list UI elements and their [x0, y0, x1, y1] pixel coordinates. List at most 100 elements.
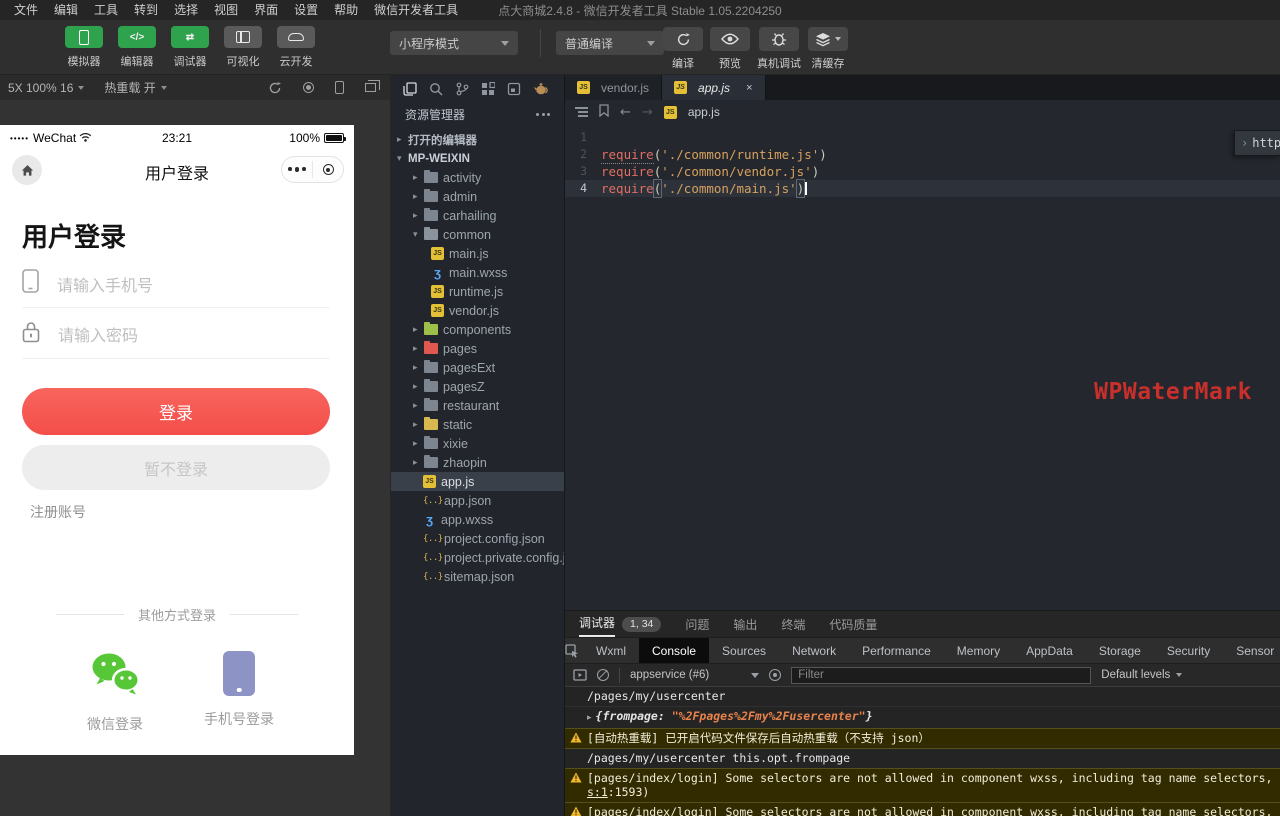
phone-number-field[interactable]: 请输入手机号: [22, 260, 330, 308]
editor-button[interactable]: </> 编辑器: [115, 26, 159, 69]
clear-cache-button[interactable]: 清缓存: [808, 27, 848, 71]
source-control-icon[interactable]: [455, 82, 469, 96]
device-zoom-select[interactable]: 5X 100% 16: [8, 81, 85, 95]
multi-window-icon[interactable]: [365, 80, 380, 92]
tree-item[interactable]: ʒ app.wxss: [391, 510, 564, 529]
code-line-current[interactable]: 4 require('./common/main.js'): [565, 179, 1280, 198]
wechat-login-button[interactable]: 微信登录: [65, 651, 165, 734]
console-warning[interactable]: [pages/index/login] Some selectors are n…: [565, 802, 1280, 816]
tree-item[interactable]: ʒ main.wxss: [391, 263, 564, 282]
menu-settings[interactable]: 设置: [286, 0, 326, 20]
tab-terminal[interactable]: 终端: [781, 611, 805, 637]
tree-item[interactable]: ▸ xixie: [391, 434, 564, 453]
tree-section-open-editors[interactable]: ▸ 打开的编辑器: [391, 130, 564, 149]
close-mini-program-button[interactable]: [313, 164, 343, 175]
tab-app-js[interactable]: JS app.js ×: [662, 75, 766, 100]
tab-output[interactable]: 输出: [733, 611, 757, 637]
menu-tools[interactable]: 工具: [86, 0, 126, 20]
menu-file[interactable]: 文件: [6, 0, 46, 20]
tab-performance[interactable]: Performance: [849, 638, 944, 663]
bookmark-icon[interactable]: [599, 104, 609, 120]
tree-item[interactable]: JS main.js: [391, 244, 564, 263]
close-icon[interactable]: ×: [746, 82, 752, 94]
teapot-icon[interactable]: [533, 82, 548, 95]
register-link[interactable]: 注册账号: [30, 502, 86, 522]
cloud-dev-button[interactable]: 云开发: [274, 26, 318, 69]
tree-item[interactable]: ▸ static: [391, 415, 564, 434]
skip-login-button[interactable]: 暂不登录: [22, 445, 330, 490]
tree-item[interactable]: JS runtime.js: [391, 282, 564, 301]
inspect-element-icon[interactable]: [565, 643, 579, 658]
console-log[interactable]: /pages/my/usercenter this.opt.frompage: [565, 749, 1280, 769]
tree-item[interactable]: {..} project.config.json: [391, 529, 564, 548]
record-icon[interactable]: [303, 82, 314, 93]
console-warning[interactable]: [自动热重载] 已开启代码文件保存后自动热重载（不支持 json）: [565, 728, 1280, 749]
console-drawer-icon[interactable]: [573, 668, 587, 682]
remote-debug-button[interactable]: 真机调试: [757, 27, 801, 71]
visualize-button[interactable]: 可视化: [221, 26, 265, 69]
console-object-log[interactable]: ▸ {frompage: "%2Fpages%2Fmy%2Fusercenter"…: [565, 707, 1280, 729]
forward-arrow-icon[interactable]: →: [642, 105, 653, 120]
snippets-icon[interactable]: [507, 82, 521, 96]
compile-mode-select[interactable]: 普通编译: [556, 31, 664, 55]
tree-item[interactable]: ▸ zhaopin: [391, 453, 564, 472]
tab-wxml[interactable]: Wxml: [583, 638, 639, 663]
tree-item-selected[interactable]: JS app.js: [391, 472, 564, 491]
menu-devtools[interactable]: 微信开发者工具: [366, 0, 466, 20]
tree-item[interactable]: {..} sitemap.json: [391, 567, 564, 586]
tab-appdata[interactable]: AppData: [1013, 638, 1086, 663]
password-field[interactable]: 请输入密码: [22, 310, 330, 359]
console-filter-input[interactable]: [791, 666, 1092, 684]
tree-item[interactable]: ▸ restaurant: [391, 396, 564, 415]
console-warning[interactable]: [pages/index/login] Some selectors are n…: [565, 768, 1280, 803]
tree-item[interactable]: {..}project.private.config.js...: [391, 548, 564, 567]
tab-security[interactable]: Security: [1154, 638, 1223, 663]
compile-button[interactable]: 编译: [663, 27, 703, 71]
device-frame-icon[interactable]: [335, 81, 344, 94]
code-editor[interactable]: 1 2 require('./common/runtime.js') 3 req…: [565, 124, 1280, 610]
console-log[interactable]: /pages/my/usercenter: [565, 687, 1280, 707]
refresh-icon[interactable]: [268, 81, 282, 95]
code-line[interactable]: 1: [565, 129, 1280, 146]
tab-sensor[interactable]: Sensor: [1223, 638, 1280, 663]
tab-sources[interactable]: Sources: [709, 638, 779, 663]
tree-item[interactable]: ▸ activity: [391, 168, 564, 187]
more-menu-button[interactable]: [282, 167, 312, 172]
tab-debugger[interactable]: 调试器 1, 34: [579, 611, 662, 637]
hot-reload-toggle[interactable]: 热重载 开: [104, 79, 167, 96]
preview-button[interactable]: 预览: [710, 27, 750, 71]
live-expression-eye-icon[interactable]: [769, 669, 782, 681]
menu-goto[interactable]: 转到: [126, 0, 166, 20]
clear-console-icon[interactable]: [597, 669, 609, 681]
outline-icon[interactable]: [575, 107, 588, 117]
tree-item[interactable]: ▸ carhailing: [391, 206, 564, 225]
log-levels-select[interactable]: Default levels: [1101, 669, 1183, 681]
execution-context-select[interactable]: appservice (#6): [630, 669, 760, 681]
simulator-button[interactable]: 模拟器: [62, 26, 106, 69]
login-button[interactable]: 登录: [22, 388, 330, 435]
tree-root-mp-weixin[interactable]: ▾ MP-WEIXIN: [391, 149, 564, 168]
tab-vendor-js[interactable]: JS vendor.js: [565, 75, 663, 100]
code-line[interactable]: 2 require('./common/runtime.js'): [565, 146, 1280, 164]
menu-help[interactable]: 帮助: [326, 0, 366, 20]
tree-item[interactable]: {..} app.json: [391, 491, 564, 510]
search-icon[interactable]: [429, 82, 443, 96]
tree-item[interactable]: ▸ components: [391, 320, 564, 339]
tab-console[interactable]: Console: [639, 638, 710, 663]
menu-interface[interactable]: 界面: [246, 0, 286, 20]
menu-edit[interactable]: 编辑: [46, 0, 86, 20]
tab-problems[interactable]: 问题: [685, 611, 709, 637]
tree-item[interactable]: JS vendor.js: [391, 301, 564, 320]
menu-view[interactable]: 视图: [206, 0, 246, 20]
tab-memory[interactable]: Memory: [944, 638, 1013, 663]
tree-item[interactable]: ▾ common: [391, 225, 564, 244]
tab-code-quality[interactable]: 代码质量: [829, 611, 877, 637]
tree-item[interactable]: ▸ pagesExt: [391, 358, 564, 377]
search-overlay[interactable]: › https: [1234, 130, 1280, 156]
files-icon[interactable]: [403, 81, 417, 96]
tab-network[interactable]: Network: [779, 638, 849, 663]
source-link[interactable]: s:1: [587, 785, 608, 799]
more-actions-icon[interactable]: [536, 113, 550, 116]
expand-arrow-icon[interactable]: ▸: [587, 713, 592, 723]
back-arrow-icon[interactable]: ←: [620, 105, 631, 120]
